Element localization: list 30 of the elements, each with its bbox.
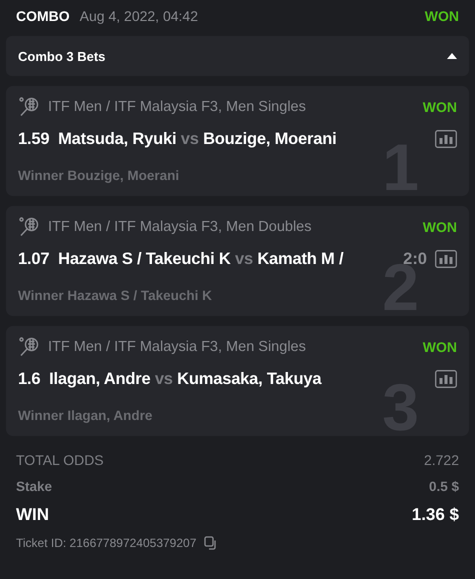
win-value: 1.36 $	[412, 505, 459, 525]
bet-pick: Winner Ilagan, Andre	[18, 408, 154, 423]
tennis-racket-icon	[18, 336, 40, 358]
total-odds-label: TOTAL ODDS	[16, 452, 104, 468]
league-name: ITF Men / ITF Malaysia F3, Men Singles	[48, 99, 307, 115]
tennis-racket-icon	[18, 216, 40, 238]
league-name: ITF Men / ITF Malaysia F3, Men Doubles	[48, 219, 312, 235]
combo-toggle[interactable]: Combo 3 Bets	[6, 36, 469, 76]
match-line: 1.6 Ilagan, Andre vs Kumasaka, Takuya	[18, 370, 323, 388]
bet-pick: Winner Bouzige, Moerani	[18, 168, 180, 183]
copy-icon[interactable]	[204, 536, 218, 550]
bet-pick: Winner Hazawa S / Takeuchi K	[18, 288, 213, 303]
match-line: 1.59 Matsuda, Ryuki vs Bouzige, Moerani	[18, 130, 338, 148]
ticket-id: Ticket ID: 2166778972405379207	[16, 536, 196, 550]
bet-status: WON	[422, 219, 457, 235]
bet-date: Aug 4, 2022, 04:42	[80, 8, 199, 24]
stake-label: Stake	[16, 479, 52, 494]
stake-value: 0.5 $	[428, 479, 459, 494]
stats-icon[interactable]	[435, 370, 457, 388]
bet-status: WON	[424, 8, 459, 24]
bet-status: WON	[422, 99, 457, 115]
league-name: ITF Men / ITF Malaysia F3, Men Singles	[48, 339, 307, 355]
bet-type: COMBO	[16, 8, 70, 24]
win-label: WIN	[16, 505, 50, 525]
total-odds-value: 2.722	[424, 452, 459, 468]
stats-icon[interactable]	[435, 130, 457, 148]
bet-status: WON	[422, 339, 457, 355]
stats-icon[interactable]	[435, 250, 457, 268]
tennis-racket-icon	[18, 96, 40, 118]
match-line: 1.07 Hazawa S / Takeuchi K vs Kamath M /	[18, 250, 344, 268]
